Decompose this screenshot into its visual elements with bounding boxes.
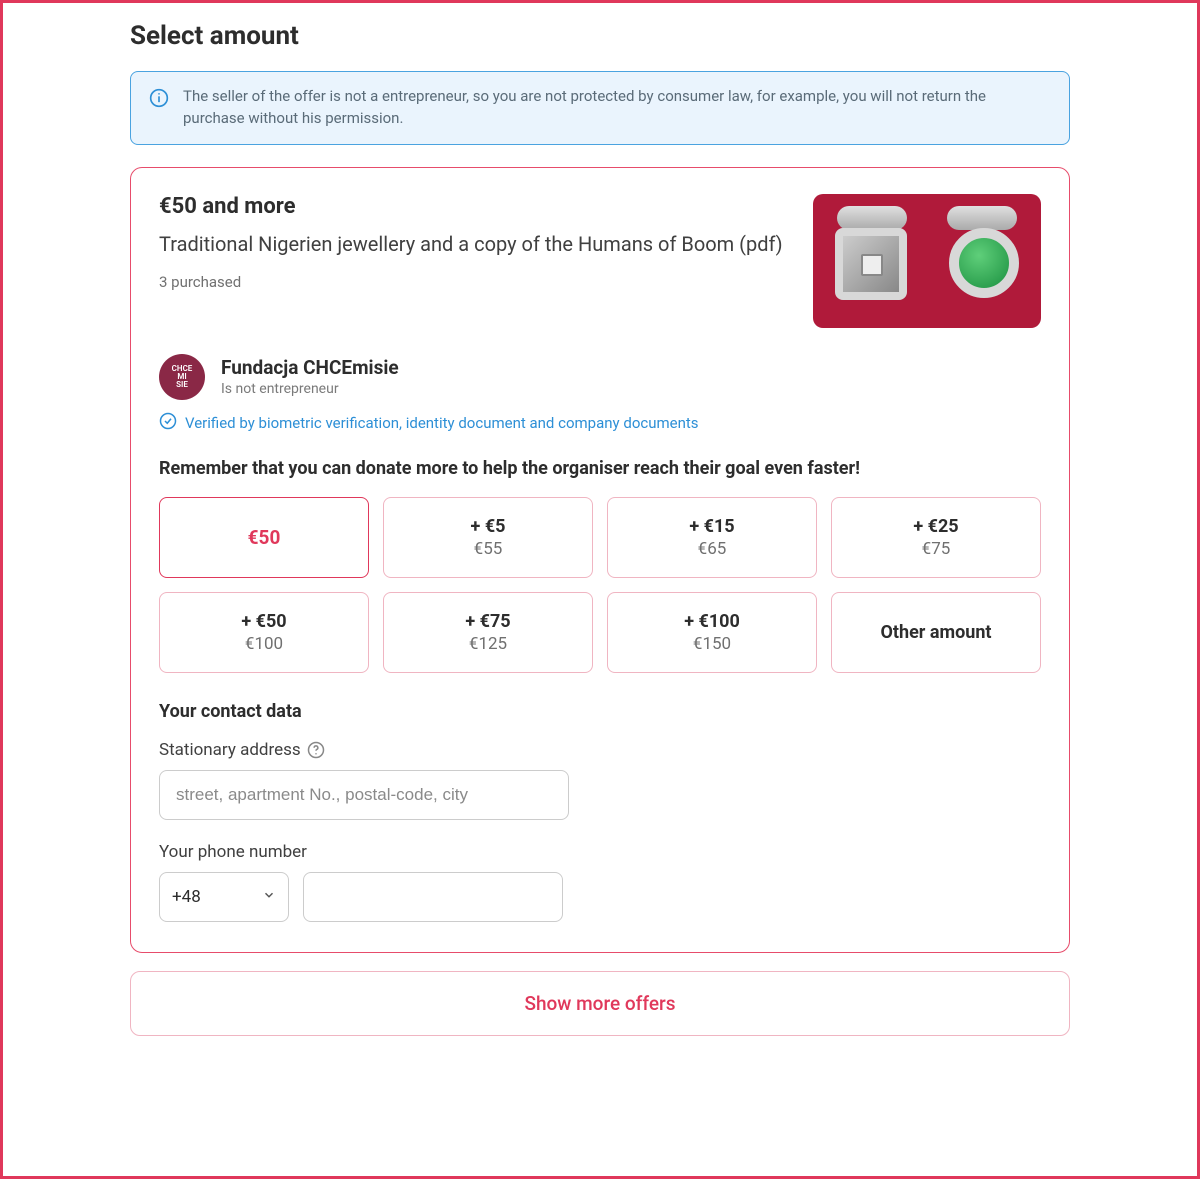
- chevron-down-icon: [262, 887, 276, 907]
- address-label: Stationary address: [159, 740, 1041, 760]
- amount-option-plus100[interactable]: + €100 €150: [607, 592, 817, 673]
- donate-note: Remember that you can donate more to hel…: [159, 458, 1041, 479]
- offer-image: [813, 194, 1041, 328]
- amount-label: €50: [168, 526, 360, 549]
- offer-card: €50 and more Traditional Nigerien jewell…: [130, 167, 1070, 953]
- info-banner: The seller of the offer is not a entrepr…: [130, 71, 1070, 145]
- show-more-button[interactable]: Show more offers: [130, 971, 1070, 1036]
- seller-status: Is not entrepreneur: [221, 381, 399, 397]
- amount-plus: + €25: [840, 516, 1032, 537]
- info-banner-text: The seller of the offer is not a entrepr…: [183, 86, 1051, 130]
- amount-grid: €50 + €5 €55 + €15 €65 + €25 €75 + €50 €…: [159, 497, 1041, 673]
- amount-plus: + €75: [392, 611, 584, 632]
- info-icon: [149, 88, 169, 112]
- amount-other-label: Other amount: [840, 622, 1032, 643]
- amount-total: €55: [392, 539, 584, 559]
- amount-total: €125: [392, 634, 584, 654]
- amount-plus: + €15: [616, 516, 808, 537]
- contact-section-label: Your contact data: [159, 701, 1041, 722]
- amount-total: €100: [168, 634, 360, 654]
- offer-purchased-count: 3 purchased: [159, 273, 789, 291]
- amount-option-plus5[interactable]: + €5 €55: [383, 497, 593, 578]
- offer-description: Traditional Nigerien jewellery and a cop…: [159, 229, 789, 259]
- seller-avatar: CHCE MI SIE: [159, 354, 205, 400]
- amount-total: €150: [616, 634, 808, 654]
- amount-option-plus25[interactable]: + €25 €75: [831, 497, 1041, 578]
- amount-total: €75: [840, 539, 1032, 559]
- phone-label: Your phone number: [159, 842, 1041, 862]
- amount-option-plus75[interactable]: + €75 €125: [383, 592, 593, 673]
- seller-row: CHCE MI SIE Fundacja CHCEmisie Is not en…: [159, 354, 1041, 400]
- amount-plus: + €50: [168, 611, 360, 632]
- amount-plus: + €100: [616, 611, 808, 632]
- checkmark-icon: [159, 412, 177, 434]
- seller-name: Fundacja CHCEmisie: [221, 356, 399, 379]
- help-icon[interactable]: [307, 741, 325, 759]
- amount-option-plus15[interactable]: + €15 €65: [607, 497, 817, 578]
- amount-option-50[interactable]: €50: [159, 497, 369, 578]
- amount-plus: + €5: [392, 516, 584, 537]
- offer-tier: €50 and more: [159, 194, 789, 219]
- verified-row: Verified by biometric verification, iden…: [159, 412, 1041, 434]
- amount-option-other[interactable]: Other amount: [831, 592, 1041, 673]
- amount-total: €65: [616, 539, 808, 559]
- country-code-value: +48: [172, 887, 201, 907]
- verified-text: Verified by biometric verification, iden…: [185, 414, 699, 432]
- address-input[interactable]: [159, 770, 569, 820]
- page-title: Select amount: [130, 21, 1070, 51]
- offer-header: €50 and more Traditional Nigerien jewell…: [159, 194, 1041, 328]
- phone-input[interactable]: [303, 872, 563, 922]
- amount-option-plus50[interactable]: + €50 €100: [159, 592, 369, 673]
- country-code-select[interactable]: +48: [159, 872, 289, 922]
